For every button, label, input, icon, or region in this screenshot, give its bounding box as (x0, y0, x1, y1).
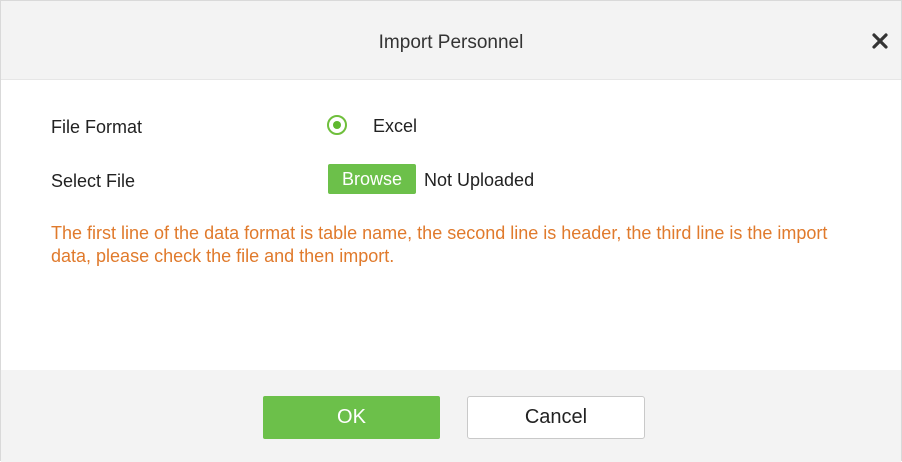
select-file-label: Select File (51, 171, 136, 191)
cancel-button[interactable]: Cancel (467, 396, 645, 439)
dialog-title: Import Personnel (378, 32, 524, 53)
close-icon (872, 33, 888, 49)
upload-status: Not Uploaded (424, 170, 535, 190)
close-button[interactable] (867, 28, 893, 54)
import-personnel-dialog: Import Personnel File Format Excel Selec… (0, 0, 902, 462)
radio-selected-dot (333, 121, 341, 129)
dialog-body: File Format Excel Select File Browse Not… (1, 80, 901, 370)
dialog-header: Import Personnel (1, 1, 901, 80)
file-format-label: File Format (51, 117, 143, 137)
excel-radio-label[interactable]: Excel (373, 115, 417, 137)
import-format-notice: The first line of the data format is tab… (51, 223, 828, 266)
browse-button[interactable]: Browse (328, 164, 416, 194)
dialog-footer: OK Cancel (1, 370, 901, 462)
ok-button[interactable]: OK (263, 396, 440, 439)
excel-radio[interactable] (327, 115, 347, 135)
